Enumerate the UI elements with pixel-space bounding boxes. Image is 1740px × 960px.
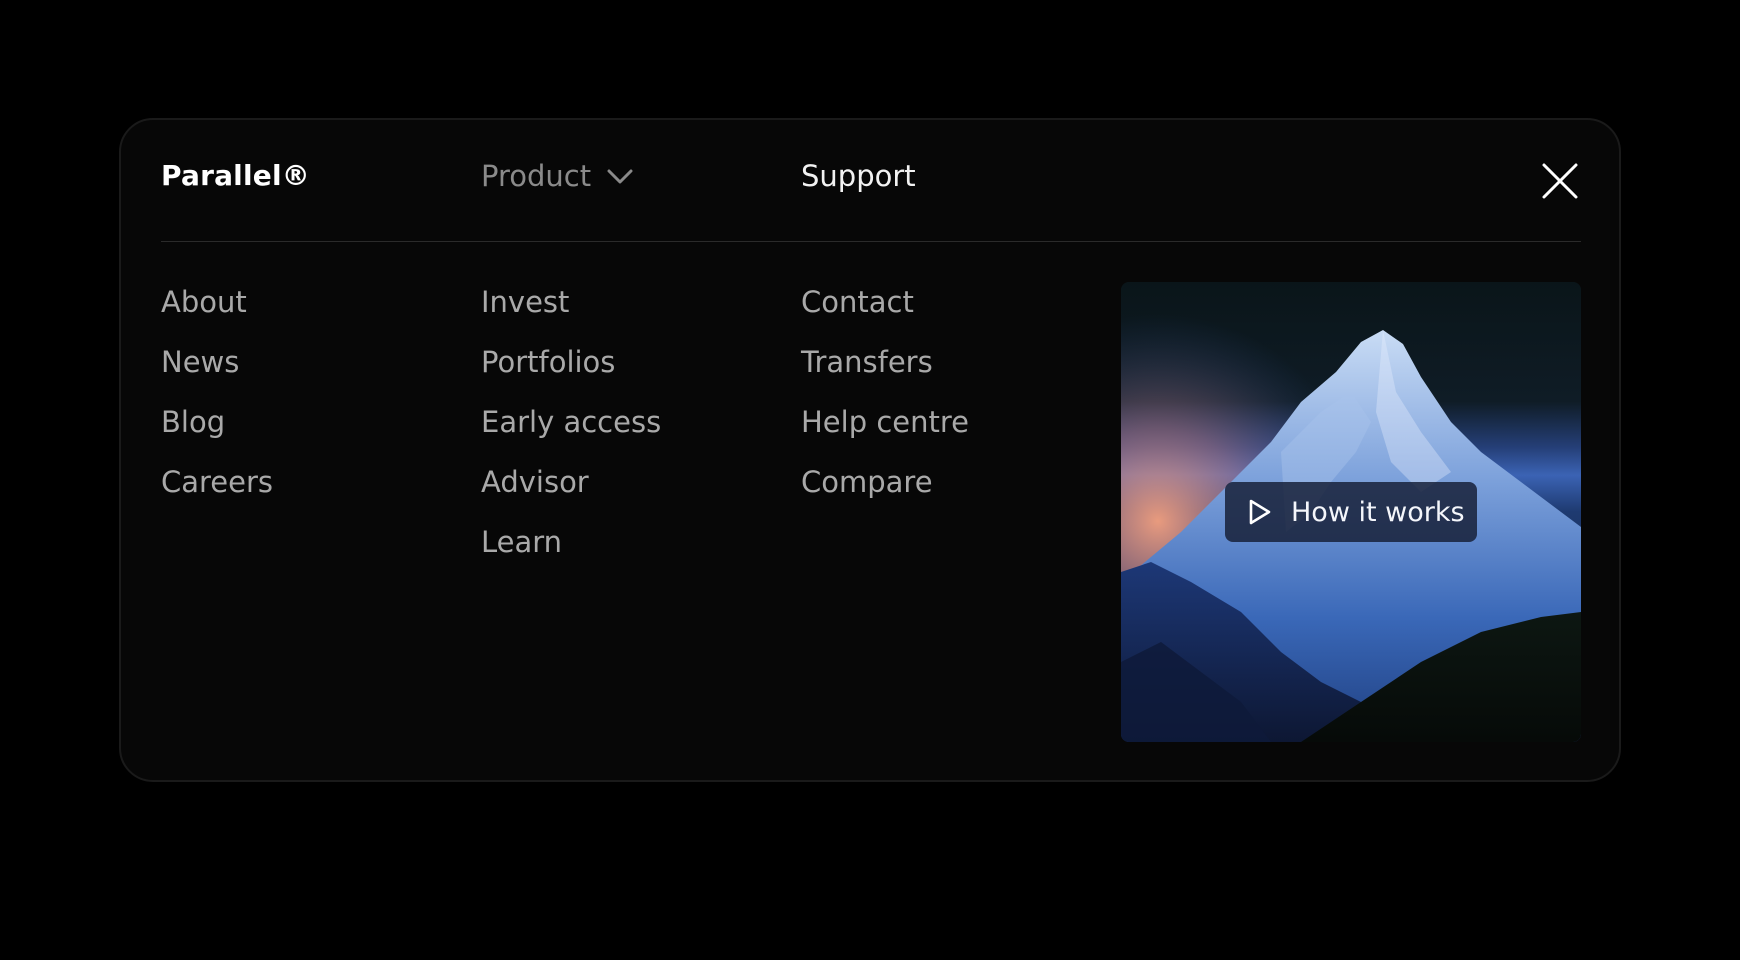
nav-support-link[interactable]: Support [801,162,916,191]
menu-link-about[interactable]: About [161,282,273,342]
close-icon [1541,162,1579,200]
close-button[interactable] [1541,162,1579,200]
menu-link-help-centre[interactable]: Help centre [801,402,969,462]
menu-header: Parallel® Product Support [121,120,1619,242]
menu-link-compare[interactable]: Compare [801,462,969,522]
menu-link-news[interactable]: News [161,342,273,402]
menu-link-transfers[interactable]: Transfers [801,342,969,402]
how-it-works-button[interactable]: How it works [1225,482,1477,542]
how-it-works-label: How it works [1291,496,1465,528]
support-links: Contact Transfers Help centre Compare [801,282,969,522]
menu-link-invest[interactable]: Invest [481,282,661,342]
menu-link-advisor[interactable]: Advisor [481,462,661,522]
menu-link-blog[interactable]: Blog [161,402,273,462]
product-links: Invest Portfolios Early access Advisor L… [481,282,661,582]
menu-link-contact[interactable]: Contact [801,282,969,342]
menu-link-early-access[interactable]: Early access [481,402,661,462]
brand-logo[interactable]: Parallel® [161,162,310,190]
menu-link-learn[interactable]: Learn [481,522,661,582]
header-divider [161,241,1581,242]
company-links: About News Blog Careers [161,282,273,522]
nav-product-label: Product [481,159,592,193]
promo-video-card[interactable]: How it works [1121,282,1581,742]
menu-link-careers[interactable]: Careers [161,462,273,522]
navigation-menu-panel: Parallel® Product Support About News Blo… [119,118,1621,782]
menu-link-portfolios[interactable]: Portfolios [481,342,661,402]
chevron-down-icon [607,169,633,185]
play-icon [1247,498,1273,526]
nav-product-dropdown[interactable]: Product [481,162,633,191]
